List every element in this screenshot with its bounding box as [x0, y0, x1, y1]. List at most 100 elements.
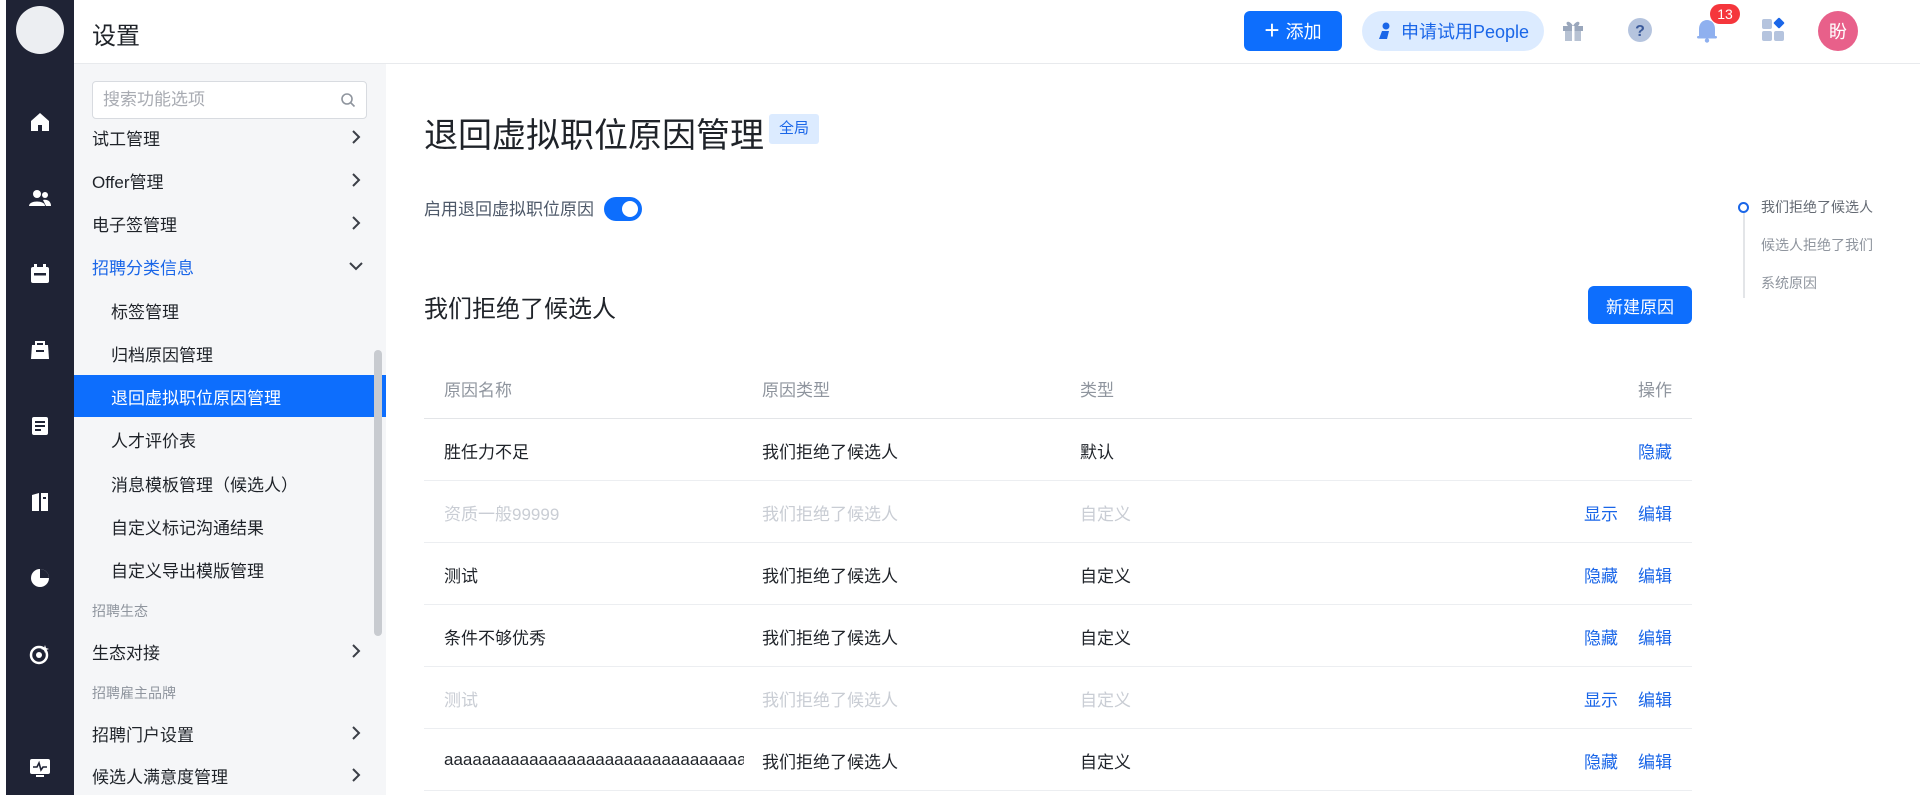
table-row: 资质一般99999 我们拒绝了候选人 自定义 显示 编辑: [424, 481, 1692, 543]
menu-item-label: 人才评价表: [111, 431, 196, 451]
menu-item-talent-evaluation[interactable]: 人才评价表: [74, 419, 386, 459]
group-label-employer-brand: 招聘雇主品牌: [92, 685, 176, 701]
menu-item-offer[interactable]: Offer管理: [74, 160, 386, 200]
enable-reasons-toggle[interactable]: [604, 197, 642, 221]
hide-link[interactable]: 隐藏: [1584, 624, 1618, 649]
monitor-icon[interactable]: [28, 756, 52, 780]
menu-item-recruit-category[interactable]: 招聘分类信息: [74, 246, 386, 286]
cell-reason-type: 我们拒绝了候选人: [762, 690, 898, 710]
new-reason-button[interactable]: 新建原因: [1588, 286, 1692, 324]
app-rail: [6, 0, 74, 795]
menu-item-label: 自定义导出模版管理: [111, 561, 264, 581]
search-icon: [341, 93, 356, 108]
menu-item-ecosystem[interactable]: 生态对接: [74, 631, 386, 671]
cell-type: 自定义: [1080, 690, 1131, 710]
show-link[interactable]: 显示: [1584, 686, 1618, 711]
chevron-right-icon: [346, 127, 366, 147]
menu-item-esign[interactable]: 电子签管理: [74, 203, 386, 243]
target-icon[interactable]: [28, 642, 52, 666]
org-avatar[interactable]: [16, 6, 64, 54]
gift-icon[interactable]: [1558, 15, 1588, 45]
toggle-label: 启用退回虚拟职位原因: [424, 200, 594, 219]
people-icon[interactable]: [28, 186, 52, 210]
hide-link[interactable]: 隐藏: [1584, 562, 1618, 587]
book-icon[interactable]: [28, 490, 52, 514]
cell-reason-name: aaaaaaaaaaaaaaaaaaaaaaaaaaaaaaaa...: [444, 750, 744, 769]
apply-trial-label: 申请试用People: [1400, 22, 1530, 42]
menu-item-label: 退回虚拟职位原因管理: [111, 388, 281, 408]
chevron-right-icon: [346, 213, 366, 233]
menu-item-label: 归档原因管理: [111, 345, 213, 365]
menu-item-satisfaction[interactable]: 候选人满意度管理: [74, 755, 386, 795]
edit-link[interactable]: 编辑: [1638, 686, 1672, 711]
help-icon[interactable]: ?: [1625, 15, 1655, 45]
hide-link[interactable]: 隐藏: [1638, 438, 1672, 463]
menu-item-custom-communication[interactable]: 自定义标记沟通结果: [74, 506, 386, 546]
cell-type: 自定义: [1080, 566, 1131, 586]
menu-scrollbar[interactable]: [374, 350, 382, 636]
menu-item-label: 候选人满意度管理: [92, 767, 228, 787]
edit-link[interactable]: 编辑: [1638, 500, 1672, 525]
section-title: 我们拒绝了候选人: [424, 296, 616, 323]
menu-item-label: 招聘门户设置: [92, 725, 194, 745]
user-avatar[interactable]: 盼: [1818, 11, 1858, 51]
anchor-system-reasons[interactable]: 系统原因: [1761, 273, 1817, 293]
chevron-right-icon: [346, 641, 366, 661]
menu-item-return-virtual-reasons[interactable]: 退回虚拟职位原因管理: [74, 375, 386, 417]
anchor-nav: 我们拒绝了候选人 候选人拒绝了我们 系统原因: [1736, 194, 1906, 374]
pie-chart-icon[interactable]: [28, 566, 52, 590]
chevron-right-icon: [346, 723, 366, 743]
content-title: 退回虚拟职位原因管理: [424, 117, 764, 155]
menu-item-trial-work[interactable]: 试工管理: [74, 117, 386, 157]
menu-item-message-templates[interactable]: 消息模板管理（候选人）: [74, 463, 386, 503]
edit-link[interactable]: 编辑: [1638, 748, 1672, 773]
document-icon[interactable]: [28, 414, 52, 438]
add-button-label: 添加: [1285, 22, 1322, 42]
table-row: aaaaaaaaaaaaaaaaaaaaaaaaaaaaaaaa... 我们拒绝…: [424, 729, 1692, 791]
menu-item-export-templates[interactable]: 自定义导出模版管理: [74, 549, 386, 589]
apply-trial-button[interactable]: 申请试用People: [1362, 11, 1544, 51]
menu-item-label: 消息模板管理（候选人）: [111, 475, 298, 495]
menu-item-label: 试工管理: [92, 129, 160, 149]
cell-reason-name: 胜任力不足: [444, 442, 529, 462]
table-row: 胜任力不足 我们拒绝了候选人 默认 隐藏: [424, 419, 1692, 481]
menu-search-input[interactable]: [93, 82, 323, 118]
anchor-we-rejected[interactable]: 我们拒绝了候选人: [1761, 197, 1873, 217]
toggle-knob: [622, 201, 638, 217]
header-reason-name: 原因名称: [444, 380, 512, 400]
menu-search[interactable]: [92, 81, 367, 119]
menu-item-label: 生态对接: [92, 643, 160, 663]
edit-link[interactable]: 编辑: [1638, 624, 1672, 649]
main-content: 退回虚拟职位原因管理 全局 启用退回虚拟职位原因 我们拒绝了候选人 新建原因 原…: [386, 64, 1920, 795]
cell-reason-name: 资质一般99999: [444, 504, 560, 524]
briefcase-icon[interactable]: [28, 338, 52, 362]
header-type: 类型: [1080, 380, 1114, 400]
cell-reason-type: 我们拒绝了候选人: [762, 504, 898, 524]
menu-item-portal-settings[interactable]: 招聘门户设置: [74, 713, 386, 753]
menu-item-archive-reasons[interactable]: 归档原因管理: [74, 333, 386, 373]
apps-icon[interactable]: [1759, 15, 1789, 45]
menu-item-label: 自定义标记沟通结果: [111, 518, 264, 538]
menu-item-tags[interactable]: 标签管理: [74, 290, 386, 330]
reasons-table: 原因名称 原因类型 类型 操作 胜任力不足 我们拒绝了候选人 默认 隐藏 资质一…: [424, 357, 1692, 791]
settings-menu: 试工管理 Offer管理 电子签管理 招聘分类信息 标签管理 归档原因管理 退回…: [74, 64, 386, 795]
notification-badge: 13: [1710, 4, 1740, 24]
person-icon: [1378, 22, 1390, 39]
show-link[interactable]: 显示: [1584, 500, 1618, 525]
cell-type: 自定义: [1080, 628, 1131, 648]
plus-icon: +: [1264, 14, 1280, 45]
add-button[interactable]: + 添加: [1244, 11, 1342, 51]
anchor-candidate-rejected[interactable]: 候选人拒绝了我们: [1761, 235, 1873, 255]
cell-reason-type: 我们拒绝了候选人: [762, 566, 898, 586]
calendar-icon[interactable]: [28, 262, 52, 286]
hide-link[interactable]: 隐藏: [1584, 748, 1618, 773]
cell-reason-type: 我们拒绝了候选人: [762, 628, 898, 648]
home-icon[interactable]: [28, 110, 52, 134]
chevron-down-icon: [346, 256, 366, 276]
scope-tag: 全局: [769, 114, 820, 144]
edit-link[interactable]: 编辑: [1638, 562, 1672, 587]
page-title: 设置: [92, 23, 140, 50]
anchor-active-dot: [1738, 202, 1749, 213]
table-row: 条件不够优秀 我们拒绝了候选人 自定义 隐藏 编辑: [424, 605, 1692, 667]
cell-type: 自定义: [1080, 504, 1131, 524]
